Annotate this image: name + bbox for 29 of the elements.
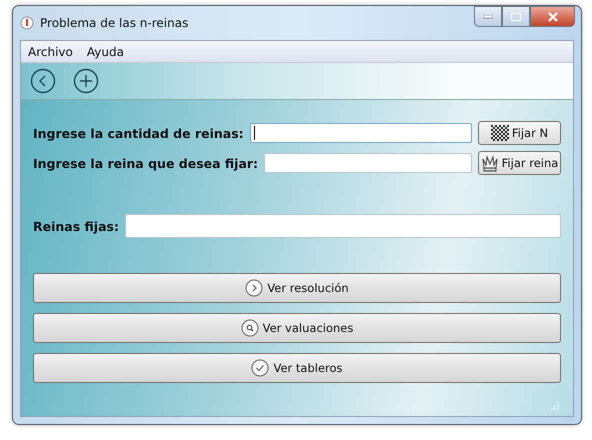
action-button[interactable]: Ver valuaciones: [33, 313, 561, 343]
field-label: Ingrese la cantidad de reinas:: [33, 126, 244, 140]
input-field[interactable]: [250, 123, 472, 143]
maximize-icon: [511, 12, 521, 20]
add-icon[interactable]: [73, 68, 99, 94]
menu-item[interactable]: Ayuda: [80, 44, 131, 58]
close-icon: [546, 12, 558, 22]
maximize-button[interactable]: [502, 6, 530, 27]
crown-icon: [480, 154, 499, 172]
set-size-button[interactable]: Fijar N: [478, 121, 561, 145]
close-button[interactable]: [530, 6, 575, 27]
next-icon: [245, 279, 264, 297]
field-label: Ingrese la reina que desea fijar:: [33, 156, 258, 170]
set-queen-button[interactable]: Fijar reina: [478, 151, 561, 175]
action-button[interactable]: Ver tableros: [33, 353, 561, 383]
resize-grip-icon[interactable]: [551, 402, 559, 410]
search-icon: [240, 319, 259, 337]
field-label: Reinas fijas:: [33, 218, 119, 234]
back-icon[interactable]: [30, 68, 56, 94]
checkerboard-icon: [490, 125, 509, 141]
menu-item[interactable]: Archivo: [21, 44, 80, 58]
app-icon: [20, 16, 34, 30]
fixed-queens-field[interactable]: [124, 214, 561, 238]
check-icon: [251, 359, 270, 377]
minimize-button[interactable]: [474, 6, 502, 27]
input-field[interactable]: [264, 153, 472, 173]
action-button[interactable]: Ver resolución: [33, 273, 561, 303]
window-title: Problema de las n-reinas: [40, 16, 188, 30]
minimize-icon: [483, 14, 493, 18]
